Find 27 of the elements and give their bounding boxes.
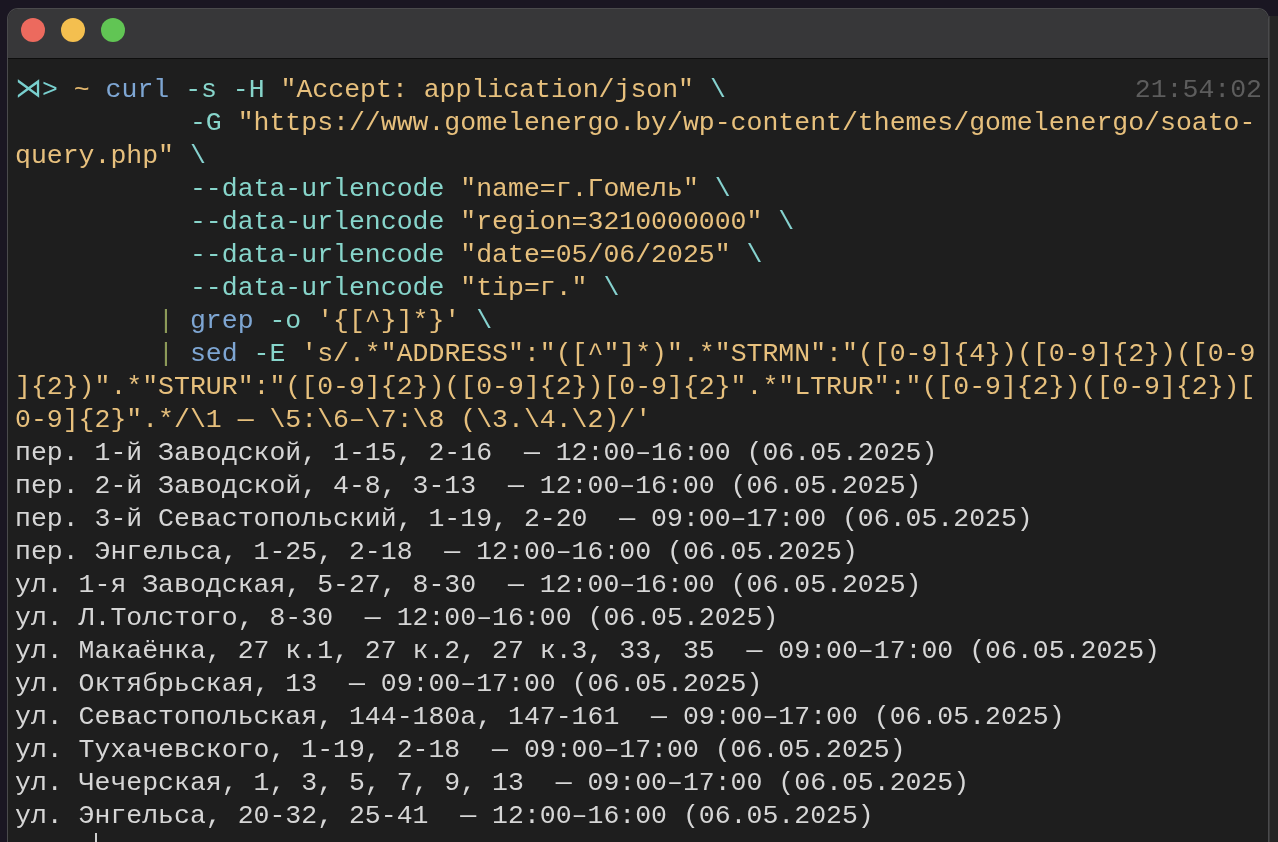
command-line: ]{2})".*"STRUR":"([0-9]{2})([0-9]{2})[0-9]{2}".*"LTRUR":"([0-9]{2})([0-9]{2})[: [15, 371, 1256, 404]
command-line: 0-9]{2}".*/\1 — \5:\6–\7:\8 (\3.\4.\2)/': [15, 404, 652, 437]
output-line: пер. 1-й Заводской, 1-15, 2-16 — 12:00–16:00 (06.05.2025): [15, 437, 938, 470]
command-line: --data-urlencode "region=3210000000" \: [189, 206, 795, 239]
command-line: --data-urlencode "tip=г." \: [189, 272, 620, 305]
output-line: пер. 2-й Заводской, 4-8, 3-13 — 12:00–16:00 (06.05.2025): [15, 470, 922, 503]
output-line: ул. Макаёнка, 27 к.1, 27 к.2, 27 к.3, 33, 35 — 09:00–17:00 (06.05.2025): [15, 635, 1160, 668]
output-line: пер. Энгельса, 1-25, 2-18 — 12:00–16:00 (06.05.2025): [15, 536, 858, 569]
command-line: query.php" \: [15, 140, 206, 173]
output-line: ул. Энгельса, 20-32, 25-41 — 12:00–16:00 (06.05.2025): [15, 800, 874, 833]
command-line: -G "https://www.gomelenergo.by/wp-content/themes/gomelenergo/soato-: [189, 107, 1256, 140]
command-line: --data-urlencode "date=05/06/2025" \: [189, 239, 763, 272]
close-button[interactable]: [21, 18, 45, 42]
timestamp: 21:54:02: [1134, 74, 1262, 107]
command-line: ⋊> ~ curl -s -H "Accept: application/json" \: [15, 74, 726, 107]
command-line: --data-urlencode "name=г.Гомель" \: [189, 173, 731, 206]
zoom-button[interactable]: [101, 18, 125, 42]
output-line: пер. 3-й Севастопольский, 1-19, 2-20 — 09:00–17:00 (06.05.2025): [15, 503, 1033, 536]
output-line: ул. Октябрьская, 13 — 09:00–17:00 (06.05.2025): [15, 668, 763, 701]
output-line: ул. 1-я Заводская, 5-27, 8-30 — 12:00–16:00 (06.05.2025): [15, 569, 922, 602]
minimize-button[interactable]: [61, 18, 85, 42]
output-line: ул. Севастопольская, 144-180а, 147-161 — 09:00–17:00 (06.05.2025): [15, 701, 1065, 734]
command-line: | sed -E 's/.*"ADDRESS":"([^"]*)".*"STRMN":"([0-9]{4})([0-9]{2})([0-9: [158, 338, 1256, 371]
output-line: ул. Чечерская, 1, 3, 5, 7, 9, 13 — 09:00–17:00 (06.05.2025): [15, 767, 970, 800]
output-line: ул. Л.Толстого, 8-30 — 12:00–16:00 (06.05.2025): [15, 602, 779, 635]
command-line: | grep -o '{[^}]*}' \: [158, 305, 493, 338]
output-line: ул. Тухачевского, 1-19, 2-18 — 09:00–17:00 (06.05.2025): [15, 734, 906, 767]
